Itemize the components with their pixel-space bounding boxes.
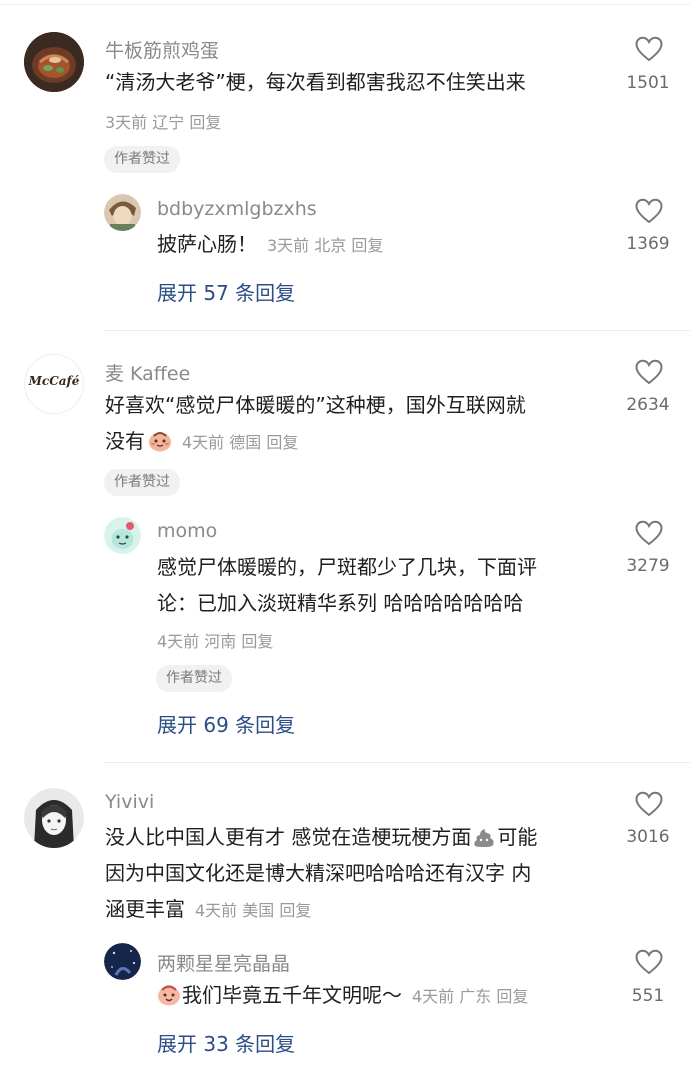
comment-text-line-1: 没人比中国人更有才 感觉在造梗玩梗方面 可能 [105, 821, 537, 854]
comment-text-content: 涵更丰富 [105, 897, 185, 921]
author-liked-badge: 作者赞过 [104, 469, 180, 496]
comment-meta[interactable]: 4天前 德国 回复 [182, 433, 298, 452]
expand-replies-link[interactable]: 展开 69 条回复 [157, 709, 295, 738]
expand-replies-link[interactable]: 展开 57 条回复 [157, 277, 295, 306]
like-count: 1369 [626, 234, 670, 254]
comment-text-line-3: 涵更丰富 4天前 美国 回复 [105, 893, 311, 927]
reply-meta[interactable]: 4天前 广东 回复 [412, 987, 528, 1006]
comment-divider [104, 330, 690, 331]
avatar[interactable] [24, 788, 84, 848]
reply-author[interactable]: bdbyzxmlgbzxhs [157, 198, 317, 220]
reply-meta[interactable]: 4天前 河南 回复 [157, 628, 273, 652]
like-count: 1501 [626, 73, 670, 93]
heart-icon[interactable] [635, 520, 663, 546]
reply-text: 我们毕竟五千年文明呢～ 4天前 广东 回复 [157, 979, 528, 1013]
comment-author[interactable]: 麦 Kaffee [105, 359, 190, 386]
reply-meta[interactable]: 3天前 北京 回复 [267, 236, 383, 255]
reply-text-line-1: 感觉尸体暖暖的，尸斑都少了几块，下面评 [157, 555, 537, 579]
author-liked-badge: 作者赞过 [104, 146, 180, 173]
reply-author[interactable]: momo [157, 520, 217, 542]
sticker-emoji-icon [149, 432, 171, 452]
top-divider [0, 4, 690, 5]
comment-text-content: 没人比中国人更有才 感觉在造梗玩梗方面 [105, 825, 472, 849]
heart-icon[interactable] [635, 359, 663, 385]
author-liked-badge: 作者赞过 [156, 665, 232, 692]
comment-divider [104, 762, 690, 763]
reply-text: 披萨心肠！ 3天前 北京 回复 [157, 228, 383, 262]
comment-text-content: 没有 [105, 429, 145, 453]
comment-text-line-2: 没有 4天前 德国 回复 [105, 425, 298, 459]
comment-author[interactable]: Yivivi [105, 791, 154, 813]
like-count: 3016 [626, 827, 670, 847]
avatar[interactable] [104, 943, 141, 980]
reply-text-content: 披萨心肠！ [157, 232, 257, 256]
comment-text-line-1: 好喜欢“感觉尸体暖暖的”这种梗，国外互联网就 [105, 393, 526, 417]
reply-text-content: 我们毕竟五千年文明呢～ [182, 983, 402, 1007]
heart-icon[interactable] [635, 198, 663, 224]
avatar[interactable]: McCafé [24, 354, 84, 414]
comment-text-line-2: 因为中国文化还是博大精深吧哈哈哈还有汉字 内 [105, 861, 532, 885]
avatar[interactable] [24, 32, 84, 92]
like-count: 2634 [626, 395, 670, 415]
comment-text: “清汤大老爷”梗，每次看到都害我忍不住笑出来 [105, 70, 526, 94]
comment-text-content: 可能 [497, 825, 538, 849]
comment-author[interactable]: 牛板筋煎鸡蛋 [105, 36, 219, 63]
heart-icon[interactable] [635, 791, 663, 817]
heart-icon[interactable] [635, 949, 663, 975]
comment-meta[interactable]: 4天前 美国 回复 [195, 901, 311, 920]
reply-author[interactable]: 两颗星星亮晶晶 [157, 949, 290, 976]
comment-meta[interactable]: 3天前 辽宁 回复 [105, 109, 221, 133]
expand-replies-link[interactable]: 展开 33 条回复 [157, 1028, 295, 1057]
mccafe-logo: McCafé [28, 374, 80, 388]
like-count: 551 [631, 986, 665, 1006]
poop-emoji-icon [474, 829, 494, 847]
sticker-emoji-icon [158, 985, 180, 1006]
heart-icon[interactable] [635, 36, 663, 62]
avatar[interactable] [104, 517, 141, 554]
avatar[interactable] [104, 194, 141, 231]
like-count: 3279 [626, 556, 670, 576]
reply-text-line-2: 论：已加入淡斑精华系列 哈哈哈哈哈哈哈 [157, 591, 524, 615]
